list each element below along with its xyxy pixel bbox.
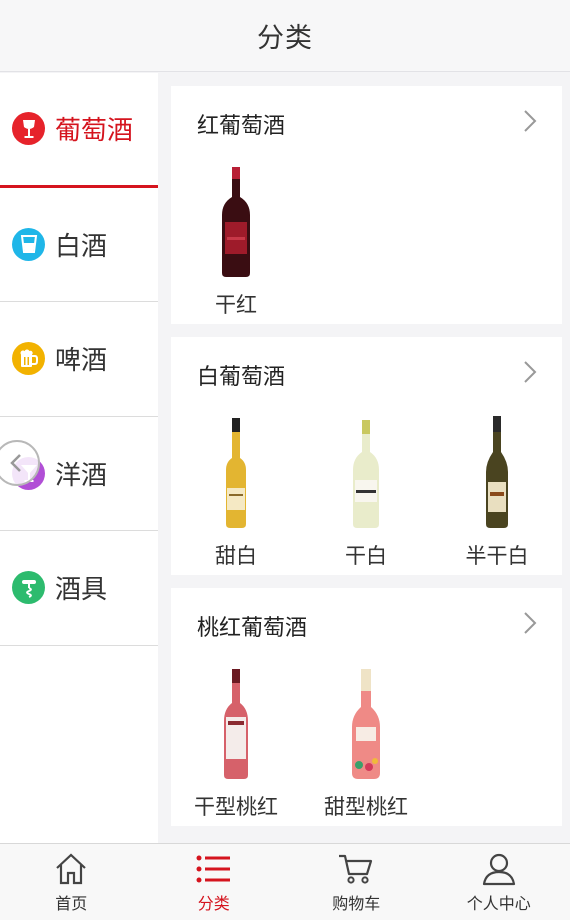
sidebar-item-label: 白酒 <box>55 231 108 262</box>
chevron-right-icon[interactable] <box>520 359 540 385</box>
category-title: 白葡萄酒 <box>197 365 286 390</box>
wine-bottle-image <box>316 666 416 781</box>
product-item-semi-dry-white[interactable]: 半干白 <box>447 415 547 570</box>
product-name: 甜白 <box>215 544 257 568</box>
wine-bottle-image <box>186 666 286 781</box>
product-name: 甜型桃红 <box>324 795 408 819</box>
sidebar-item-beer[interactable]: 啤酒 <box>0 302 158 417</box>
nav-label: 购物车 <box>332 894 381 913</box>
cup-icon <box>12 227 45 261</box>
corkscrew-icon <box>12 571 45 605</box>
page-title: 分类 <box>257 23 313 54</box>
wine-bottle-image <box>447 415 547 530</box>
sidebar-item-label: 洋酒 <box>55 460 108 491</box>
sidebar-item-label: 葡萄酒 <box>55 116 134 147</box>
product-item-dry-red[interactable]: 干红 <box>186 164 286 319</box>
list-icon <box>196 855 230 883</box>
category-card-white-wine[interactable]: 白葡萄酒 甜白 干白 半干白 <box>171 337 562 575</box>
sidebar-item-wine[interactable]: 葡萄酒 <box>0 73 158 188</box>
cart-icon <box>339 854 373 884</box>
chevron-left-icon <box>10 454 21 472</box>
sidebar-item-label: 啤酒 <box>55 346 108 377</box>
product-name: 半干白 <box>465 544 529 568</box>
nav-item-profile[interactable]: 个人中心 <box>428 844 570 920</box>
product-item-sweet-rose[interactable]: 甜型桃红 <box>316 666 416 821</box>
product-name: 干型桃红 <box>194 795 278 819</box>
product-item-dry-rose[interactable]: 干型桃红 <box>186 666 286 821</box>
product-item-sweet-white[interactable]: 甜白 <box>186 415 286 570</box>
wine-bottle-image <box>316 415 416 530</box>
wine-glass-icon <box>12 112 45 146</box>
beer-mug-icon <box>12 342 45 376</box>
product-name: 干白 <box>345 544 387 568</box>
category-card-rose-wine[interactable]: 桃红葡萄酒 干型桃红 甜型桃红 <box>171 588 562 826</box>
category-card-red-wine[interactable]: 红葡萄酒 干红 <box>171 86 562 324</box>
home-icon <box>56 853 86 885</box>
bottom-nav: 首页 分类 购物车 个人中心 <box>0 843 570 920</box>
category-content: 红葡萄酒 干红 白葡萄酒 甜白 干白 半干白 桃红葡萄酒 干型桃红 甜型桃红 <box>158 73 570 843</box>
category-title: 红葡萄酒 <box>197 114 286 139</box>
wine-bottle-image <box>186 164 286 279</box>
chevron-right-icon[interactable] <box>520 108 540 134</box>
page-header: 分类 <box>0 0 570 72</box>
product-name: 干红 <box>215 293 257 317</box>
product-item-dry-white[interactable]: 干白 <box>316 415 416 570</box>
nav-item-cart[interactable]: 购物车 <box>285 844 428 920</box>
nav-label: 分类 <box>197 894 230 913</box>
nav-item-category[interactable]: 分类 <box>143 844 286 920</box>
user-icon <box>482 853 515 886</box>
nav-item-home[interactable]: 首页 <box>0 844 143 920</box>
chevron-right-icon[interactable] <box>520 610 540 636</box>
category-title: 桃红葡萄酒 <box>197 616 308 641</box>
sidebar-item-baijiu[interactable]: 白酒 <box>0 188 158 302</box>
nav-label: 首页 <box>55 894 88 913</box>
sidebar-item-barware[interactable]: 酒具 <box>0 531 158 646</box>
sidebar-item-label: 酒具 <box>55 575 108 606</box>
nav-label: 个人中心 <box>466 894 531 913</box>
wine-bottle-image <box>186 415 286 530</box>
